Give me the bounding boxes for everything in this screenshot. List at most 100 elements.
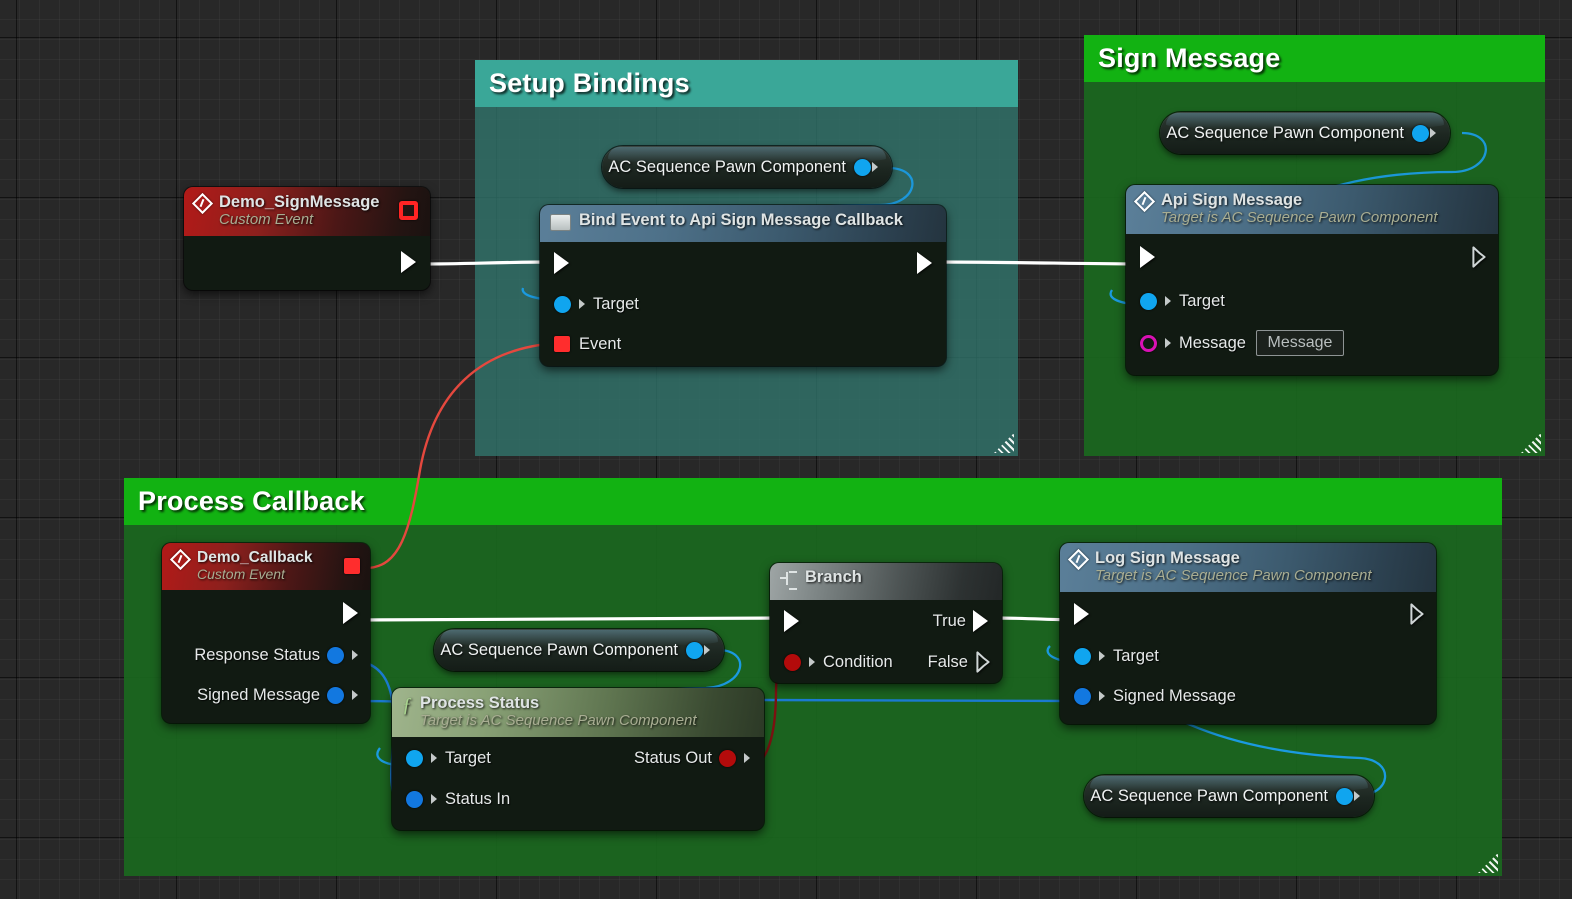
pin-arrow-icon <box>744 753 750 764</box>
pin-arrow-icon <box>1099 651 1105 662</box>
pin-label: Status In <box>445 789 511 808</box>
exec-output-pin[interactable] <box>401 251 416 274</box>
pin-label: Response Status <box>194 645 320 664</box>
exec-output-false-pin[interactable] <box>976 651 990 673</box>
exec-input-pin[interactable] <box>1074 603 1089 626</box>
comment-title: Process Callback <box>138 486 365 516</box>
blueprint-graph-canvas[interactable]: Setup Bindings Sign Message Process Call… <box>0 0 1572 899</box>
pin-label: Status Out <box>634 748 712 767</box>
pin-label: Target <box>1179 291 1225 310</box>
getter-node-sign-message[interactable]: AC Sequence Pawn Component <box>1160 112 1450 154</box>
event-diamond-icon <box>172 551 189 568</box>
getter-node-process-status[interactable]: AC Sequence Pawn Component <box>434 629 724 671</box>
node-branch[interactable]: Branch True Condition False <box>770 563 1002 683</box>
struct-pin-icon[interactable] <box>406 790 423 808</box>
getter-output-pin[interactable] <box>854 158 878 176</box>
node-body <box>184 236 430 288</box>
pin-arrow-icon <box>352 690 358 701</box>
exec-output-pin[interactable] <box>343 601 358 624</box>
comment-header[interactable]: Sign Message <box>1084 35 1545 82</box>
node-header[interactable]: ƒ Process Status Target is AC Sequence P… <box>392 688 764 738</box>
pin-arrow-icon <box>431 794 437 805</box>
node-header[interactable]: Api Sign Message Target is AC Sequence P… <box>1126 185 1498 235</box>
node-exec-row <box>162 590 370 635</box>
pin-arrow-icon <box>1165 338 1171 349</box>
getter-label: AC Sequence Pawn Component <box>440 640 678 659</box>
getter-node-log-sign-message[interactable]: AC Sequence Pawn Component <box>1084 775 1374 817</box>
node-log-sign-message[interactable]: Log Sign Message Target is AC Sequence P… <box>1060 543 1436 724</box>
node-bind-event[interactable]: Bind Event to Api Sign Message Callback … <box>540 205 946 366</box>
bool-pin-icon[interactable] <box>719 749 736 767</box>
getter-output-pin[interactable] <box>1412 124 1436 142</box>
getter-output-pin[interactable] <box>1336 787 1360 805</box>
node-body: Target Status Out Status In <box>392 737 764 819</box>
event-diamond-icon <box>194 195 211 212</box>
node-demo-sign-message[interactable]: Demo_SignMessage Custom Event <box>184 187 430 290</box>
pin-arrow-icon <box>872 162 878 172</box>
node-demo-callback[interactable]: Demo_Callback Custom Event Response Stat… <box>162 543 370 723</box>
node-input-target: Target <box>540 284 946 324</box>
node-header[interactable]: Branch <box>770 563 1002 600</box>
node-input-message: Message Message <box>1126 322 1498 364</box>
pin-label: Event <box>579 334 622 353</box>
getter-output-pin[interactable] <box>686 641 710 659</box>
node-row-exec-true: True <box>770 600 1002 642</box>
node-input-event: Event <box>540 324 946 364</box>
string-pin-icon[interactable] <box>1140 334 1157 352</box>
node-header[interactable]: Demo_Callback Custom Event <box>162 543 370 591</box>
object-pin-icon <box>686 641 703 659</box>
node-header[interactable]: Bind Event to Api Sign Message Callback <box>540 205 946 242</box>
object-pin-icon[interactable] <box>1140 292 1157 310</box>
node-body: Target Signed Message <box>1060 592 1436 716</box>
node-body: Target Event <box>540 242 946 364</box>
node-api-sign-message[interactable]: Api Sign Message Target is AC Sequence P… <box>1126 185 1498 375</box>
exec-output-pin[interactable] <box>1410 603 1424 625</box>
exec-output-true-pin[interactable] <box>973 610 988 632</box>
pure-function-icon: ƒ <box>402 694 412 716</box>
pin-arrow-icon <box>704 645 710 655</box>
comment-title: Sign Message <box>1098 43 1281 73</box>
object-pin-icon <box>854 158 871 176</box>
node-exec-row <box>1060 592 1436 636</box>
pin-label: Target <box>593 294 639 313</box>
node-exec-row <box>540 242 946 284</box>
node-process-status[interactable]: ƒ Process Status Target is AC Sequence P… <box>392 688 764 830</box>
pin-arrow-icon <box>431 753 437 764</box>
delegate-output-pin[interactable] <box>399 201 418 220</box>
object-pin-icon[interactable] <box>1074 647 1091 665</box>
node-row-condition-false: Condition False <box>770 642 1002 682</box>
message-input-field[interactable]: Message <box>1255 330 1344 357</box>
exec-input-pin[interactable] <box>784 610 799 632</box>
comment-header[interactable]: Setup Bindings <box>475 60 1018 107</box>
pin-arrow-icon <box>579 299 585 309</box>
node-subtitle: Custom Event <box>197 566 285 583</box>
getter-node-setup-bindings[interactable]: AC Sequence Pawn Component <box>602 146 892 188</box>
object-pin-icon[interactable] <box>554 295 571 313</box>
bool-pin-icon[interactable] <box>784 653 801 671</box>
node-header[interactable]: Log Sign Message Target is AC Sequence P… <box>1060 543 1436 593</box>
pin-arrow-icon <box>809 657 815 667</box>
delegate-pin-icon[interactable] <box>554 336 570 352</box>
struct-pin-icon[interactable] <box>1074 687 1091 705</box>
node-title: Process Status <box>420 694 540 712</box>
object-pin-icon <box>1412 124 1429 142</box>
node-exec-row <box>1126 234 1498 280</box>
object-pin-icon[interactable] <box>406 749 423 767</box>
struct-pin-icon[interactable] <box>327 646 344 664</box>
exec-input-pin[interactable] <box>554 252 569 274</box>
node-input-signed-message: Signed Message <box>1060 676 1436 716</box>
struct-pin-icon[interactable] <box>327 686 344 704</box>
node-row-status-in: Status In <box>392 779 764 819</box>
node-header[interactable]: Demo_SignMessage Custom Event <box>184 187 430 237</box>
comment-header[interactable]: Process Callback <box>124 478 1502 525</box>
exec-output-pin[interactable] <box>1472 246 1486 268</box>
node-body: Target Message Message <box>1126 234 1498 364</box>
pin-arrow-icon <box>1430 128 1436 138</box>
node-body: True Condition False <box>770 600 1002 682</box>
delegate-output-pin[interactable] <box>344 558 360 574</box>
pin-label: Target <box>1113 646 1159 665</box>
pin-arrow-icon <box>1165 296 1171 307</box>
exec-input-pin[interactable] <box>1140 246 1155 269</box>
pin-arrow-icon <box>1354 791 1360 801</box>
exec-output-pin[interactable] <box>917 252 932 274</box>
